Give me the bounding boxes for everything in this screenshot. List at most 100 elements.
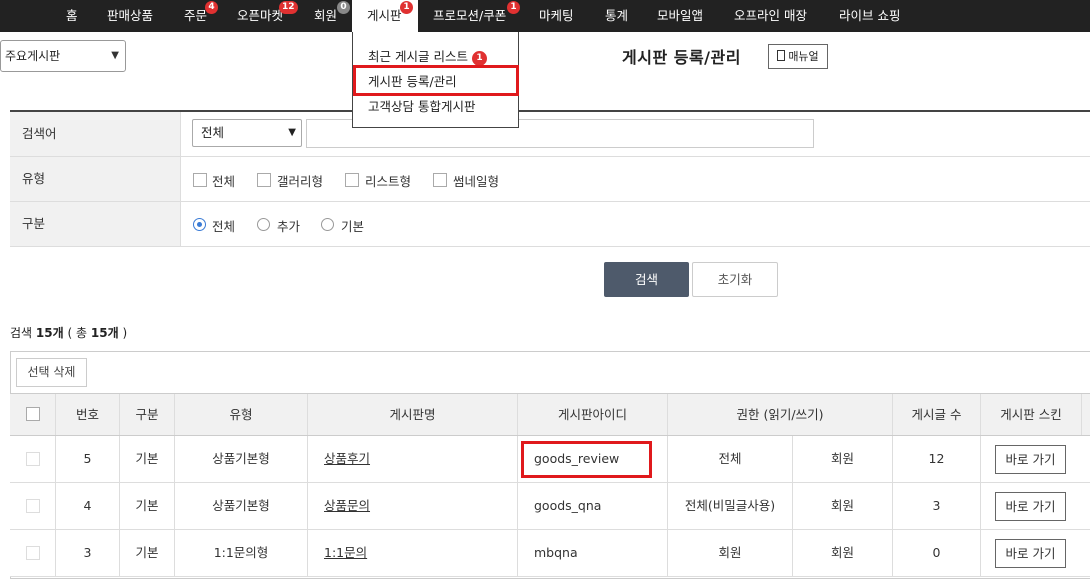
nav-label: 판매상품 <box>107 8 154 23</box>
type-checkbox-all[interactable] <box>193 173 207 187</box>
cell-type: 상품기본형 <box>175 483 308 529</box>
row-select-cell <box>10 436 56 482</box>
nav-label: 회원 <box>314 8 338 23</box>
nav-board[interactable]: 게시판 1 <box>352 0 418 32</box>
reset-button[interactable]: 초기화 <box>692 262 778 297</box>
chevron-down-icon: ▼ <box>111 50 119 61</box>
cell-no: 3 <box>56 530 120 576</box>
cell-name: 상품후기 <box>308 436 518 482</box>
category-option-label: 기본 <box>341 219 365 234</box>
nav-label: 프로모션/쿠폰 <box>433 8 507 23</box>
form-row-category: 구분 <box>10 202 1090 247</box>
nav-label: 게시판 <box>367 8 402 23</box>
nav-label: 오프라인 매장 <box>734 8 807 23</box>
row-checkbox[interactable] <box>26 499 40 513</box>
cell-category: 기본 <box>120 436 175 482</box>
cell-no: 5 <box>56 436 120 482</box>
menu-item-customer-board[interactable]: 고객상담 통합게시판 <box>368 96 475 115</box>
table-header: 번호 구분 유형 게시판명 게시판아이디 권한 (읽기/쓰기) 게시글 수 게시… <box>10 393 1090 436</box>
cell-name: 1:1문의 <box>308 530 518 576</box>
nav-mobile-app[interactable]: 모바일앱 <box>657 0 703 32</box>
result-prefix: 검색 <box>10 326 33 340</box>
board-name-link[interactable]: 1:1문의 <box>324 545 367 560</box>
nav-orders[interactable]: 주문 4 <box>184 0 218 32</box>
type-checkbox-gallery[interactable] <box>257 173 271 187</box>
select-all-checkbox[interactable] <box>26 407 40 421</box>
cell-read-permission: 회원 <box>668 530 793 576</box>
cell-post-count: 12 <box>893 436 981 482</box>
type-checkbox-thumbnail[interactable] <box>433 173 447 187</box>
category-label: 구분 <box>10 202 181 246</box>
result-total-value: 15개 <box>90 326 119 340</box>
cell-id: goods_qna <box>518 483 668 529</box>
nav-badge: 1 <box>400 1 413 14</box>
cell-no: 4 <box>56 483 120 529</box>
nav-stats[interactable]: 통계 <box>605 0 628 32</box>
cell-type: 상품기본형 <box>175 436 308 482</box>
nav-offline-store[interactable]: 오프라인 매장 <box>734 0 807 32</box>
delete-selected-button[interactable]: 선택 삭제 <box>16 358 87 387</box>
result-suffix: ) <box>122 326 128 340</box>
cell-name: 상품문의 <box>308 483 518 529</box>
type-label: 유형 <box>10 157 181 201</box>
top-nav: 홈 판매상품 주문 4 오픈마켓 12 회원 0 게시판 1 프로모션/쿠폰 1 마케팅 … <box>0 0 1090 32</box>
manual-label: 매뉴얼 <box>788 50 819 63</box>
cell-type: 1:1문의형 <box>175 530 308 576</box>
manual-button[interactable]: 매뉴얼 <box>768 44 828 69</box>
cell-post-count: 0 <box>893 530 981 576</box>
type-checkbox-list[interactable] <box>345 173 359 187</box>
menu-badge: 1 <box>471 51 487 66</box>
nav-badge: 4 <box>205 1 218 14</box>
category-option-label: 전체 <box>212 219 236 234</box>
board-name-link[interactable]: 상품문의 <box>324 498 370 513</box>
row-select-cell <box>10 483 56 529</box>
nav-members[interactable]: 회원 0 <box>314 0 350 32</box>
chevron-down-icon: ▼ <box>288 127 296 138</box>
table-row: 4 기본 상품기본형 상품문의 goods_qna 전체(비밀글사용) 회원 3… <box>10 483 1090 530</box>
column-header: 번호 <box>56 394 120 435</box>
nav-products[interactable]: 판매상품 <box>107 0 153 32</box>
search-button[interactable]: 검색 <box>604 262 689 297</box>
category-radio-basic[interactable] <box>321 218 334 231</box>
header-select-all-cell <box>10 394 56 435</box>
skin-go-button[interactable]: 바로 가기 <box>995 492 1066 521</box>
nav-label: 주문 <box>184 8 208 23</box>
row-checkbox[interactable] <box>26 452 40 466</box>
nav-marketing[interactable]: 마케팅 <box>539 0 574 32</box>
keyword-label: 검색어 <box>10 112 181 156</box>
menu-item-recent-posts[interactable]: 최근 게시글 리스트 1 <box>368 46 487 66</box>
nav-badge: 0 <box>337 1 350 14</box>
nav-openmarket[interactable]: 오픈마켓 12 <box>237 0 298 32</box>
type-option-label: 썸네일형 <box>453 174 500 189</box>
row-select-cell <box>10 530 56 576</box>
row-checkbox[interactable] <box>26 546 40 560</box>
nav-label: 통계 <box>605 8 629 23</box>
result-count-value: 15개 <box>35 326 64 340</box>
cell-read-permission: 전체 <box>668 436 793 482</box>
nav-label: 오픈마켓 <box>237 8 284 23</box>
category-radio-all[interactable] <box>193 218 206 231</box>
keyword-type-select[interactable]: 전체 ▼ <box>192 119 302 147</box>
column-header: 권한 (읽기/쓰기) <box>668 394 893 435</box>
column-header: 유형 <box>175 394 308 435</box>
cell-read-permission: 전체(비밀글사용) <box>668 483 793 529</box>
skin-go-button[interactable]: 바로 가기 <box>995 539 1066 568</box>
menu-item-label: 최근 게시글 리스트 <box>368 49 468 64</box>
nav-home[interactable]: 홈 <box>66 0 78 32</box>
highlight-box <box>353 65 519 96</box>
cell-write-permission: 회원 <box>793 530 893 576</box>
nav-promotion[interactable]: 프로모션/쿠폰 1 <box>433 0 520 32</box>
column-header: 게시판 스킨 <box>981 394 1082 435</box>
board-category-select[interactable]: 주요게시판 ▼ <box>0 40 126 72</box>
nav-label: 모바일앱 <box>657 8 704 23</box>
nav-live-shopping[interactable]: 라이브 쇼핑 <box>839 0 900 32</box>
column-header: 게시글 수 <box>893 394 981 435</box>
nav-label: 라이브 쇼핑 <box>839 8 901 23</box>
board-select-value: 주요게시판 <box>5 49 61 63</box>
cell-post-count: 3 <box>893 483 981 529</box>
category-radio-added[interactable] <box>257 218 270 231</box>
board-name-link[interactable]: 상품후기 <box>324 451 370 466</box>
cell-id: mbqna <box>518 530 668 576</box>
column-header: 게시판명 <box>308 394 518 435</box>
skin-go-button[interactable]: 바로 가기 <box>995 445 1066 474</box>
